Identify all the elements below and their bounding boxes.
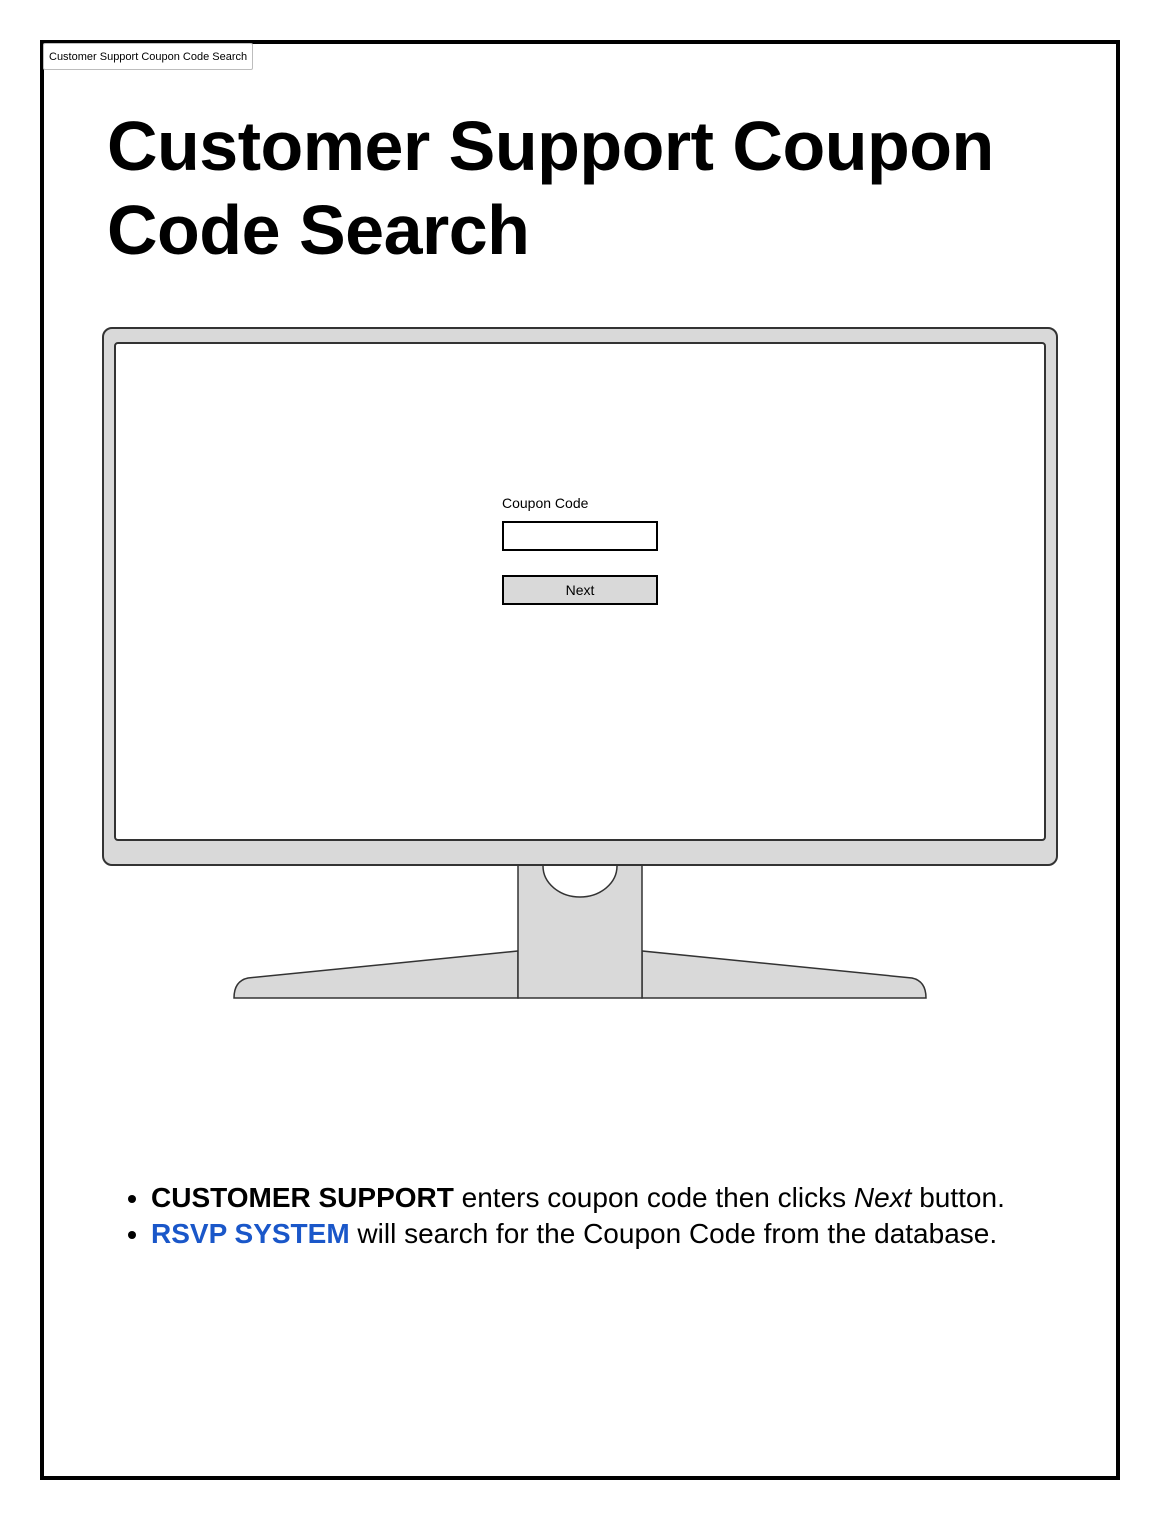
note-text: will search for the Coupon Code from the… bbox=[349, 1218, 998, 1249]
coupon-code-input[interactable] bbox=[502, 521, 658, 551]
next-button[interactable]: Next bbox=[502, 575, 658, 605]
step-notes: CUSTOMER SUPPORT enters coupon code then… bbox=[110, 1180, 1051, 1252]
note-emphasis-next: Next bbox=[853, 1182, 912, 1213]
coupon-form: Coupon Code Next bbox=[502, 494, 658, 605]
actor-rsvp-system: RSVP SYSTEM bbox=[151, 1218, 350, 1249]
coupon-code-label: Coupon Code bbox=[502, 495, 589, 511]
note-item-customer-support: CUSTOMER SUPPORT enters coupon code then… bbox=[151, 1180, 1051, 1216]
monitor-base bbox=[233, 950, 519, 999]
note-item-rsvp-system: RSVP SYSTEM will search for the Coupon C… bbox=[151, 1216, 1051, 1252]
monitor-base-right bbox=[641, 950, 927, 999]
actor-customer-support: CUSTOMER SUPPORT bbox=[151, 1182, 454, 1213]
note-text: enters coupon code then clicks bbox=[453, 1182, 854, 1213]
note-text: button. bbox=[911, 1182, 1005, 1213]
